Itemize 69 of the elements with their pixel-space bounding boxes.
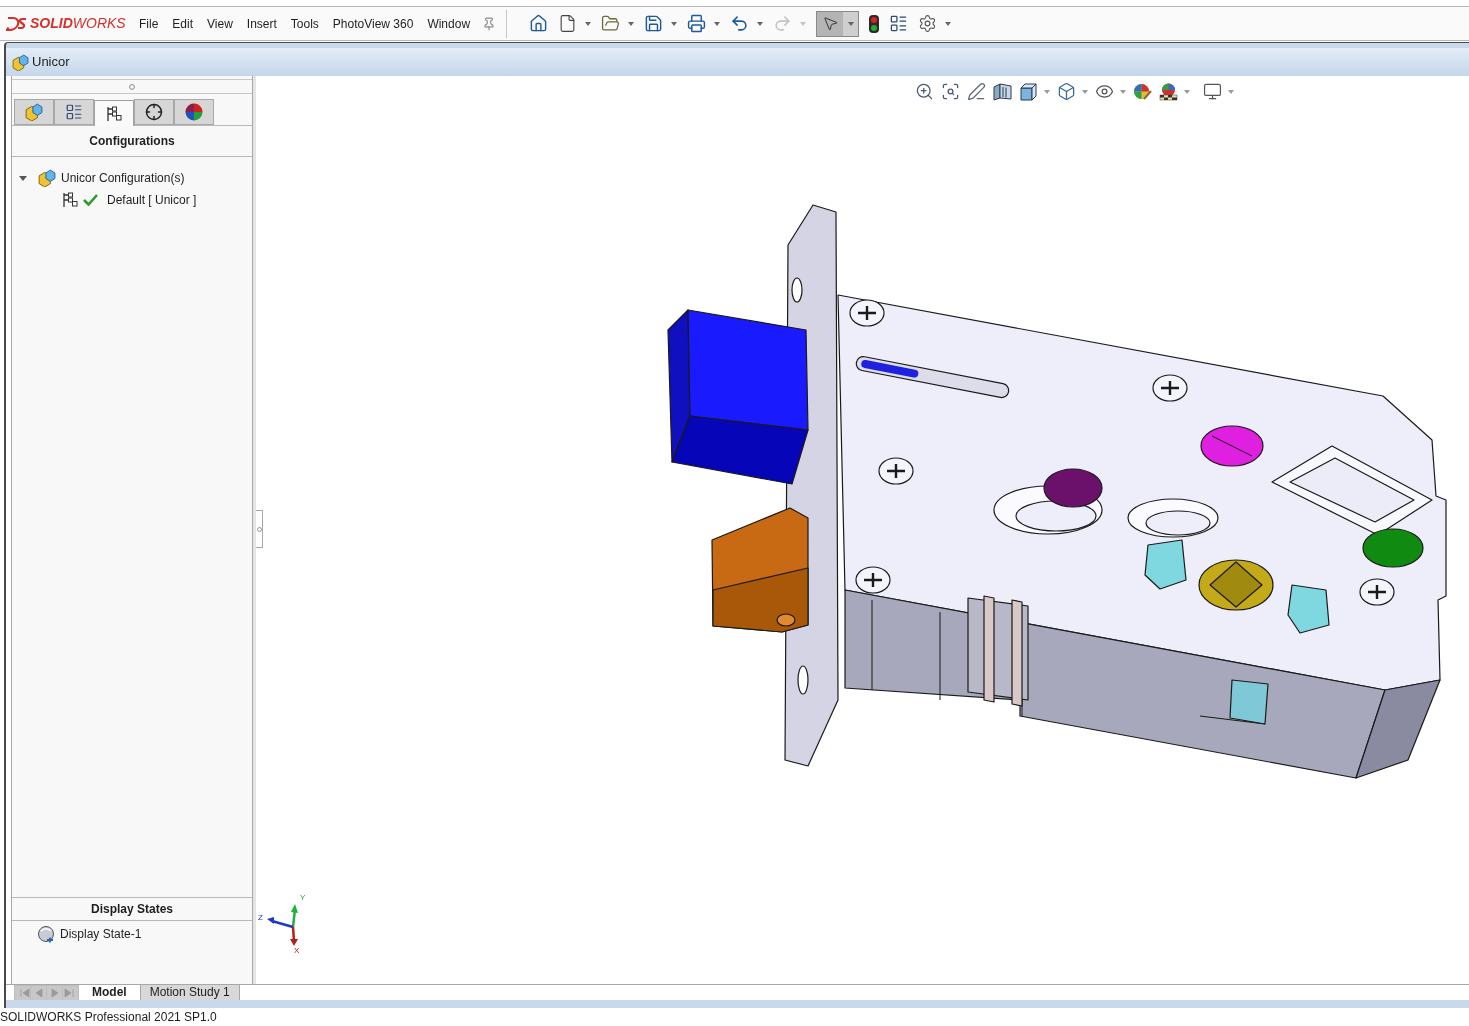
pencil-icon[interactable]: [967, 82, 986, 101]
document-title: Unicor: [32, 53, 70, 72]
traffic-light-icon[interactable]: [869, 14, 880, 33]
pin-icon[interactable]: [482, 16, 497, 31]
undo-icon[interactable]: [730, 14, 750, 33]
menu-item[interactable]: PhotoView 360: [332, 14, 414, 33]
caret-icon[interactable]: [1228, 89, 1234, 94]
panel-heading: Configurations: [89, 133, 175, 150]
scene-icon[interactable]: [1159, 82, 1178, 101]
cube-icon[interactable]: [1057, 82, 1076, 101]
menu-item[interactable]: Insert: [246, 14, 277, 33]
open-folder-icon[interactable]: [601, 14, 621, 33]
grip-icon: [256, 526, 262, 532]
tree-item[interactable]: Unicor Configuration(s): [61, 169, 185, 187]
sphere-icon: [37, 925, 55, 943]
eye-icon[interactable]: [1095, 82, 1114, 101]
logo-icon: [6, 15, 28, 32]
panel-collapse-handle[interactable]: [256, 510, 263, 548]
display-state-item[interactable]: Display State-1: [60, 925, 142, 943]
configuration-tree-icon: [106, 105, 122, 122]
section-view-icon[interactable]: [993, 82, 1012, 101]
assembly-icon: [38, 169, 56, 187]
caret-icon[interactable]: [671, 21, 678, 26]
app-wordmark: SOLIDWORKS: [30, 14, 126, 33]
magnifier-icon[interactable]: [941, 82, 960, 101]
printer-icon[interactable]: [687, 14, 707, 33]
caret-icon[interactable]: [757, 21, 764, 26]
tree-item[interactable]: Default [ Unicor ]: [107, 191, 197, 209]
menu-item[interactable]: File: [139, 14, 159, 33]
configuration-tree-icon: [62, 192, 78, 208]
axis-label: Z: [258, 913, 263, 922]
caret-icon[interactable]: [1120, 89, 1126, 94]
save-icon[interactable]: [644, 14, 664, 33]
caret-icon[interactable]: [714, 21, 721, 26]
panel-heading: Display States: [90, 901, 173, 918]
assembly-icon: [12, 53, 29, 71]
axis-label: X: [294, 946, 300, 955]
axis-label: Y: [300, 893, 306, 902]
panel-tab[interactable]: [94, 100, 134, 126]
caret-icon[interactable]: [585, 21, 592, 26]
menu-item[interactable]: Tools: [290, 14, 319, 33]
panel-grip-icon[interactable]: [129, 83, 135, 90]
assembly-icon: [25, 103, 43, 121]
monitor-icon[interactable]: [1203, 82, 1222, 101]
crosshair-icon: [145, 103, 163, 121]
tree-toggle-icon[interactable]: [19, 174, 27, 182]
list-icon[interactable]: [889, 14, 909, 33]
model-tab[interactable]: Motion Study 1: [139, 985, 240, 1000]
caret-icon[interactable]: [1184, 89, 1190, 94]
caret-icon[interactable]: [847, 21, 854, 26]
menu-item[interactable]: View: [207, 14, 233, 33]
settings-icon[interactable]: [918, 14, 938, 33]
pointer-icon: [821, 15, 839, 32]
caret-icon[interactable]: [1082, 89, 1088, 94]
property-list-icon: [65, 103, 83, 121]
magnifier-icon[interactable]: [915, 82, 934, 101]
color-wheel-icon: [185, 103, 203, 121]
status-text: SOLIDWORKS Professional 2021 SP1.0: [0, 1009, 217, 1026]
panel-tab[interactable]: [134, 99, 174, 125]
menu-item[interactable]: Edit: [172, 14, 194, 33]
caret-icon[interactable]: [1044, 89, 1050, 94]
color-sphere-icon[interactable]: [1133, 82, 1152, 101]
caret-icon[interactable]: [628, 21, 635, 26]
view-orientation-icon[interactable]: [1019, 82, 1038, 101]
panel-tab[interactable]: [174, 99, 214, 125]
caret-icon[interactable]: [945, 21, 952, 26]
menu-item[interactable]: Window: [427, 14, 471, 33]
select-button[interactable]: [816, 10, 860, 37]
home-icon[interactable]: [529, 14, 549, 33]
